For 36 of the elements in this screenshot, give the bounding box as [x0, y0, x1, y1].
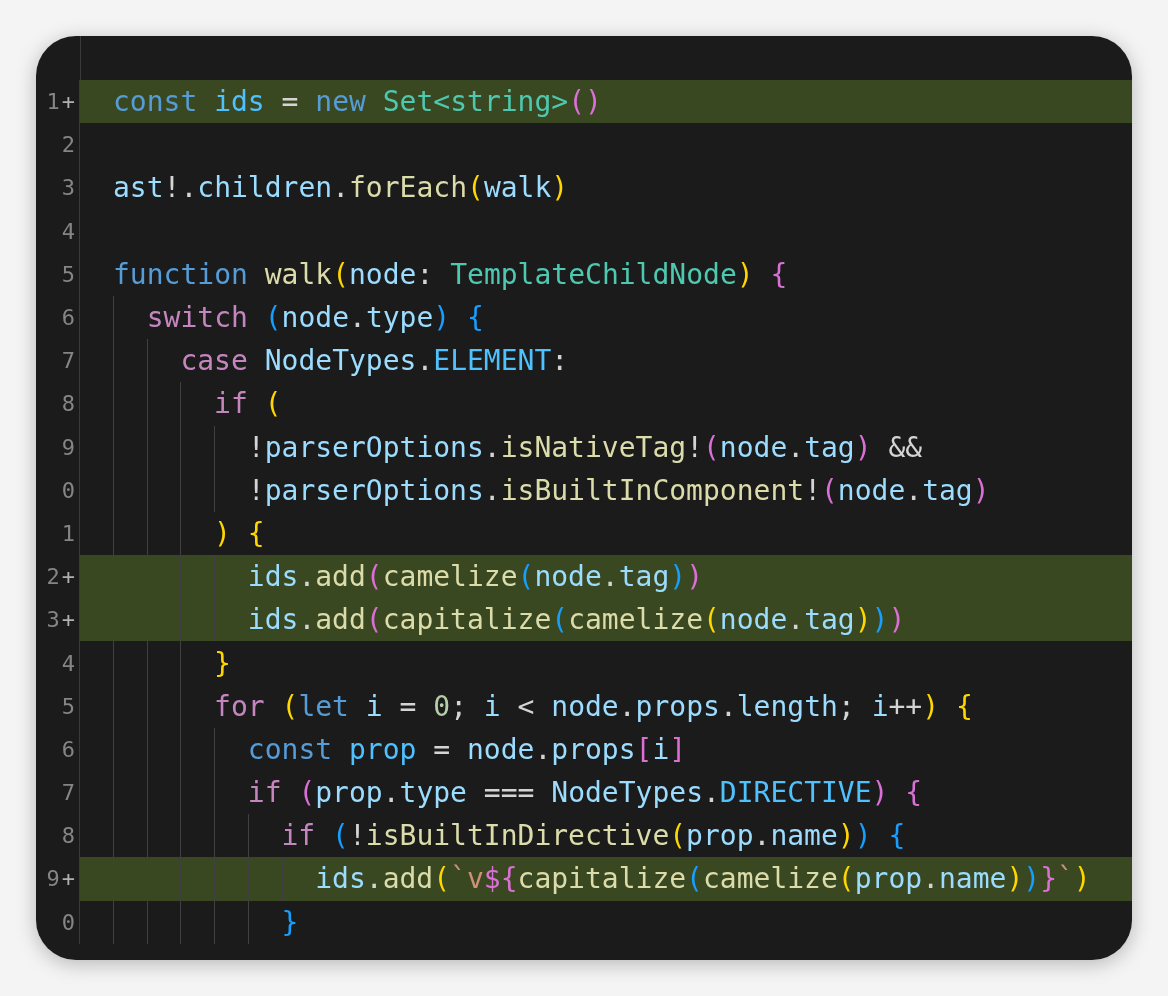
- line-number: 2: [46, 564, 60, 590]
- line-number: 6: [61, 736, 75, 762]
- added-line-marker: +: [61, 89, 75, 115]
- line-number: 5: [61, 261, 75, 287]
- code-line: if (: [80, 382, 1132, 426]
- line-number: 0: [61, 477, 75, 503]
- code-line: !parserOptions.isBuiltInComponent!(node.tag): [80, 468, 1132, 512]
- added-line-marker: +: [61, 607, 75, 633]
- code-line: }: [80, 641, 1132, 685]
- code-line: for (let i = 0; i < node.props.length; i++) {: [80, 684, 1132, 728]
- line-number: 4: [61, 650, 75, 676]
- code-line: !parserOptions.isNativeTag!(node.tag) &&: [80, 425, 1132, 469]
- line-number: 8: [61, 823, 75, 849]
- line-number: 7: [61, 348, 75, 374]
- line-number: 3: [61, 175, 75, 201]
- line-number: 2: [61, 132, 75, 158]
- line-number: 7: [61, 780, 75, 806]
- line-number: 0: [61, 909, 75, 935]
- line-number: 1: [46, 89, 60, 115]
- added-line-marker: +: [61, 866, 75, 892]
- code-line: function walk(node: TemplateChildNode) {: [112, 256, 789, 293]
- code-line: switch (node.type) {: [80, 295, 1132, 340]
- code-line: case NodeTypes.ELEMENT:: [80, 339, 1132, 383]
- line-number: 4: [61, 218, 75, 244]
- line-number: 8: [61, 391, 75, 417]
- line-number: 3: [46, 607, 60, 633]
- code-line: ast!.children.forEach(walk): [112, 170, 570, 207]
- code-line: if (prop.type === NodeTypes.DIRECTIVE) {: [80, 771, 1132, 815]
- line-number: 1: [61, 520, 75, 546]
- line-number: 6: [61, 305, 75, 331]
- added-line-marker: +: [61, 564, 75, 590]
- line-number: 9: [61, 434, 75, 460]
- code-line: }: [80, 900, 1132, 944]
- code-line: const prop = node.props[i]: [80, 727, 1132, 771]
- line-number: 9: [46, 866, 60, 892]
- line-number: 5: [61, 693, 75, 719]
